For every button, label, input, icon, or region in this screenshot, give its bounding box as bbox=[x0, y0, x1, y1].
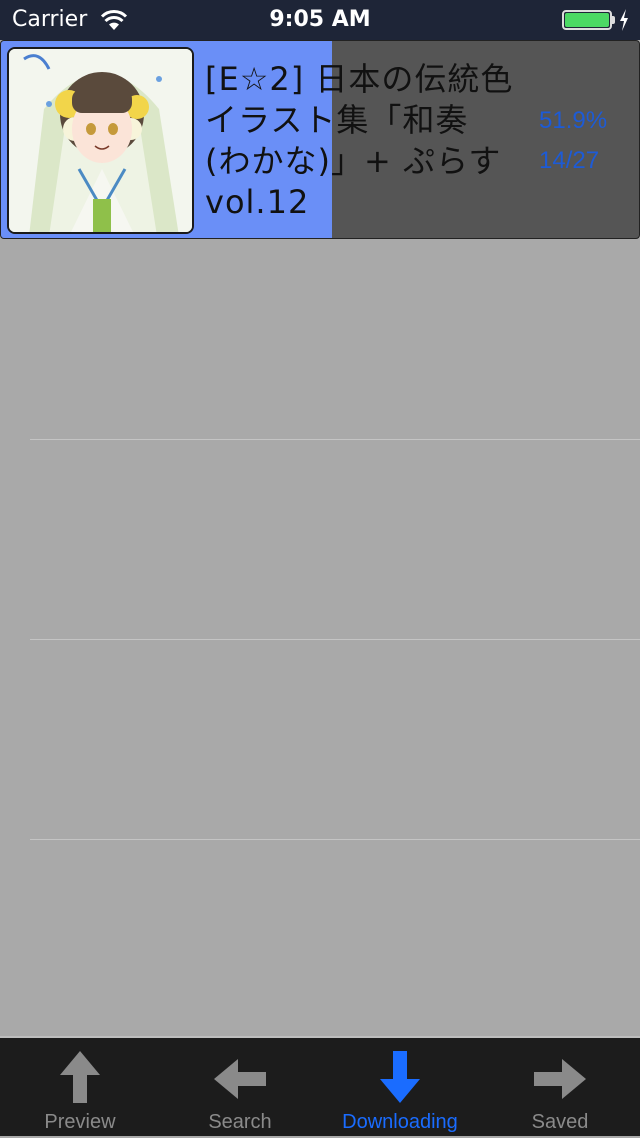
thumbnail-image[interactable] bbox=[7, 47, 194, 234]
battery-icon bbox=[562, 10, 612, 30]
download-item-card[interactable]: [E☆2] 日本の伝統色 イラスト集「和奏 (わかな)」+ ぷらす vol.12… bbox=[0, 40, 640, 239]
clock: 9:05 AM bbox=[269, 7, 371, 32]
tab-bar: Preview Search Downloading Saved bbox=[0, 1036, 640, 1136]
empty-row bbox=[0, 440, 640, 640]
anime-girl-thumbnail-art bbox=[9, 49, 192, 232]
tab-label: Search bbox=[208, 1111, 272, 1133]
status-bar: Carrier 9:05 AM bbox=[0, 0, 640, 40]
download-list[interactable]: [E☆2] 日本の伝統色 イラスト集「和奏 (わかな)」+ ぷらす vol.12… bbox=[0, 40, 640, 1036]
tab-label: Preview bbox=[44, 1111, 116, 1133]
tab-search[interactable]: Search bbox=[160, 1038, 320, 1138]
progress-percent: 51.9% bbox=[539, 107, 608, 134]
battery-tip bbox=[612, 16, 615, 24]
tab-downloading[interactable]: Downloading bbox=[320, 1038, 480, 1138]
download-title: [E☆2] 日本の伝統色 イラスト集「和奏 (わかな)」+ ぷらす vol.12 bbox=[205, 59, 525, 223]
arrow-left-icon bbox=[214, 1059, 266, 1099]
title-line: vol.12 bbox=[205, 183, 310, 221]
tab-label: Saved bbox=[531, 1111, 589, 1133]
tab-label: Downloading bbox=[342, 1111, 458, 1133]
tab-saved[interactable]: Saved bbox=[480, 1038, 640, 1138]
empty-row bbox=[0, 640, 640, 840]
title-line: イラスト集「和奏 bbox=[205, 101, 469, 139]
empty-row bbox=[0, 240, 640, 440]
title-line: [E☆2] 日本の伝統色 bbox=[205, 60, 514, 98]
title-line: (わかな)」+ ぷらす bbox=[205, 142, 502, 180]
arrow-right-icon bbox=[534, 1059, 586, 1099]
charging-bolt-icon bbox=[620, 9, 628, 31]
empty-row bbox=[0, 840, 640, 1040]
arrow-down-icon bbox=[380, 1051, 420, 1103]
arrow-up-icon bbox=[60, 1051, 100, 1103]
download-item[interactable]: [E☆2] 日本の伝統色 イラスト集「和奏 (わかな)」+ ぷらす vol.12… bbox=[0, 40, 640, 240]
tab-preview[interactable]: Preview bbox=[0, 1038, 160, 1138]
page-count: 14/27 bbox=[539, 147, 600, 174]
